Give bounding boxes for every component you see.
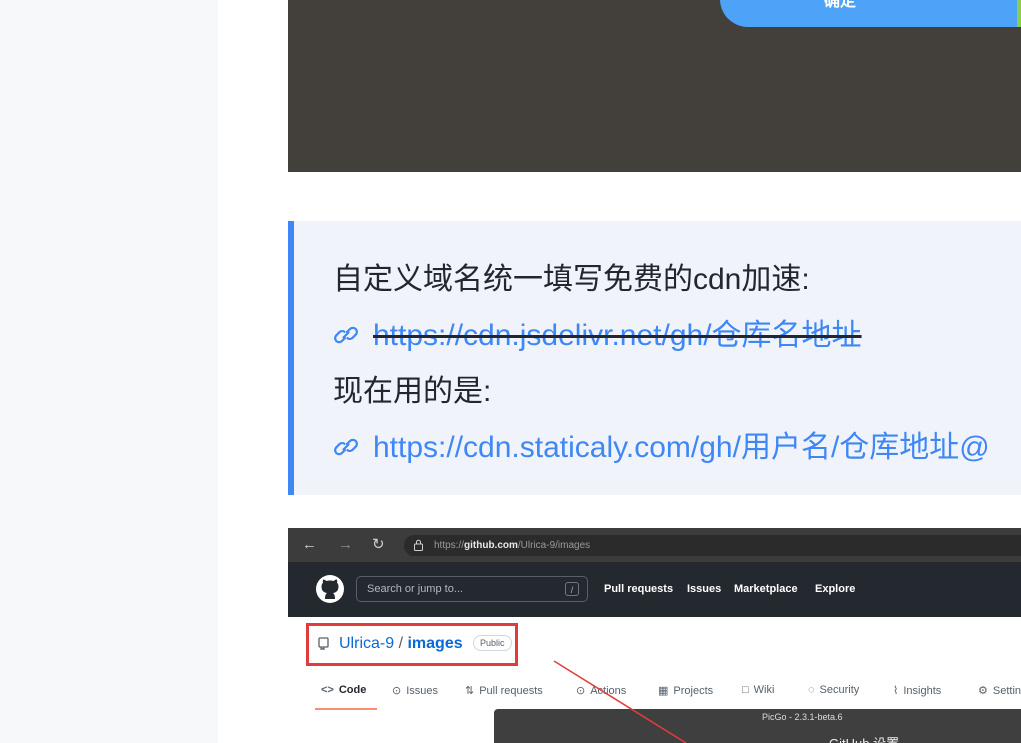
jsdelivr-link[interactable]: https://cdn.jsdelivr.net/gh/仓库名地址 (333, 310, 862, 354)
jsdelivr-link-text: https://cdn.jsdelivr.net/gh/仓库名地址 (373, 319, 862, 352)
left-sidebar (0, 0, 218, 743)
red-arrow-annotation (553, 660, 687, 743)
link-icon (334, 438, 358, 456)
custom-domain-note: 自定义域名统一填写免费的cdn加速: (333, 263, 810, 296)
confirm-button: 确定 (720, 0, 1020, 27)
link-icon (334, 326, 358, 344)
current-usage-note: 现在用的是: (333, 375, 492, 408)
settings-dialog-screenshot: 确定 (288, 0, 1021, 172)
github-repo-screenshot: ← → ↻ https://github.com/Ulrica-9/images… (288, 528, 1021, 743)
staticaly-link[interactable]: https://cdn.staticaly.com/gh/用户名/仓库地址@ (333, 422, 990, 466)
cdn-note-blockquote: 自定义域名统一填写免费的cdn加速: https://cdn.jsdelivr.… (288, 221, 1021, 495)
staticaly-link-text: https://cdn.staticaly.com/gh/用户名/仓库地址@ (373, 431, 990, 464)
green-strip (1017, 0, 1021, 27)
